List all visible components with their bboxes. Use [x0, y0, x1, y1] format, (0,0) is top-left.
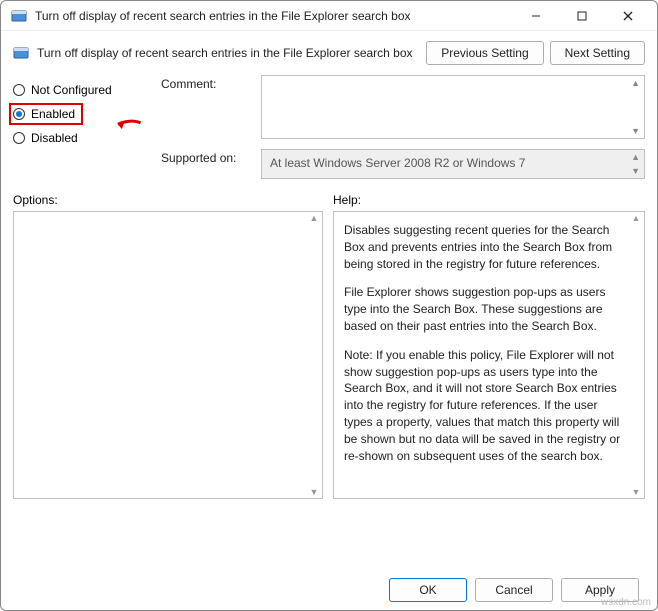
help-label: Help:: [333, 193, 361, 207]
chevron-up-icon: ▲: [631, 152, 640, 162]
radio-enabled[interactable]: Enabled: [9, 103, 83, 125]
chevron-down-icon: ▼: [631, 166, 640, 176]
policy-header: Turn off display of recent search entrie…: [1, 31, 657, 71]
radio-icon: [13, 84, 25, 96]
minimize-button[interactable]: [513, 1, 559, 31]
radio-icon: [13, 108, 25, 120]
help-paragraph: File Explorer shows suggestion pop-ups a…: [344, 284, 624, 334]
supported-on-field: At least Windows Server 2008 R2 or Windo…: [261, 149, 645, 179]
next-setting-button[interactable]: Next Setting: [550, 41, 645, 65]
chevron-down-icon: ▼: [631, 126, 640, 136]
options-panel: ▲▼: [13, 211, 323, 499]
titlebar: Turn off display of recent search entrie…: [1, 1, 657, 31]
comment-textarea[interactable]: ▲ ▼: [261, 75, 645, 139]
radio-icon: [13, 132, 25, 144]
policy-icon: [11, 8, 27, 24]
cancel-button[interactable]: Cancel: [475, 578, 553, 602]
scrollbar[interactable]: ▲▼: [629, 213, 643, 497]
close-button[interactable]: [605, 1, 651, 31]
radio-label: Not Configured: [31, 83, 112, 97]
previous-setting-button[interactable]: Previous Setting: [426, 41, 543, 65]
radio-disabled[interactable]: Disabled: [13, 131, 143, 145]
help-paragraph: Note: If you enable this policy, File Ex…: [344, 347, 624, 465]
supported-label: Supported on:: [161, 149, 251, 165]
maximize-button[interactable]: [559, 1, 605, 31]
options-label: Options:: [13, 193, 333, 207]
supported-on-text: At least Windows Server 2008 R2 or Windo…: [270, 156, 525, 170]
radio-label: Disabled: [31, 131, 78, 145]
watermark-text: wsxdn.com: [601, 597, 651, 608]
comment-label: Comment:: [161, 75, 251, 91]
policy-icon: [13, 45, 29, 61]
ok-button[interactable]: OK: [389, 578, 467, 602]
window-title: Turn off display of recent search entrie…: [35, 9, 513, 23]
state-radio-group: Not Configured Enabled Disabled: [13, 75, 143, 151]
help-paragraph: Disables suggesting recent queries for t…: [344, 222, 624, 272]
help-panel: Disables suggesting recent queries for t…: [333, 211, 645, 499]
chevron-up-icon: ▲: [631, 78, 640, 88]
policy-title: Turn off display of recent search entrie…: [37, 46, 418, 60]
scrollbar[interactable]: ▲▼: [307, 213, 321, 497]
radio-not-configured[interactable]: Not Configured: [13, 83, 143, 97]
radio-label: Enabled: [31, 107, 75, 121]
